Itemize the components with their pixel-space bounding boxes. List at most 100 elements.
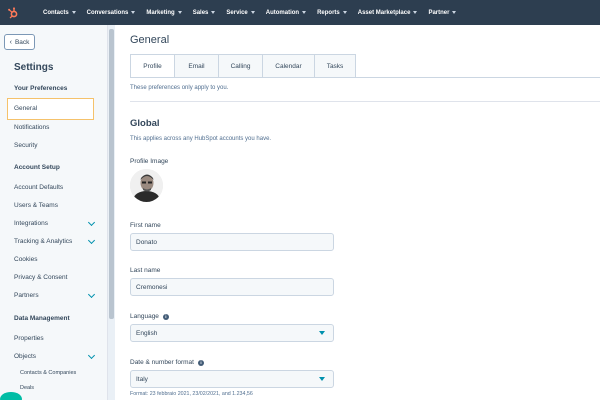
nav-reports[interactable]: Reports bbox=[317, 10, 347, 16]
nav-label: Marketing bbox=[146, 9, 175, 16]
help-widget-icon[interactable] bbox=[0, 392, 22, 400]
sidebar-item-label: Properties bbox=[14, 335, 44, 342]
nav-partner[interactable]: Partner bbox=[428, 9, 457, 16]
sidebar-title: Settings bbox=[14, 62, 54, 73]
hubspot-logo-icon[interactable] bbox=[0, 0, 25, 25]
nav-menu: Contacts Conversations Marketing Sales S… bbox=[43, 10, 467, 16]
sidebar-scrollbar[interactable] bbox=[108, 25, 115, 400]
sidebar-item-label: Security bbox=[14, 142, 38, 149]
profile-image-label: Profile Image bbox=[130, 158, 169, 165]
caret-down-icon bbox=[177, 11, 182, 14]
sidebar-item-label: Account Defaults bbox=[14, 184, 64, 191]
tab-calendar[interactable]: Calendar bbox=[263, 54, 315, 78]
sidebar-item-tracking-analytics[interactable]: Tracking & Analytics bbox=[14, 236, 96, 245]
date-format-selected-value: Italy bbox=[136, 375, 148, 383]
dropdown-caret-icon bbox=[319, 377, 325, 381]
sidebar-item-label: General bbox=[14, 105, 38, 112]
nav-label: Reports bbox=[317, 9, 340, 16]
section-divider bbox=[130, 101, 600, 102]
chevron-left-icon: ‹ bbox=[9, 38, 12, 46]
tab-underline-divider bbox=[130, 77, 600, 78]
caret-down-icon bbox=[302, 11, 307, 14]
group-account-setup: Account Setup bbox=[14, 164, 60, 171]
chevron-down-icon[interactable] bbox=[87, 236, 96, 244]
back-label: Back bbox=[14, 38, 30, 46]
sidebar-item-privacy-consent[interactable]: Privacy & Consent bbox=[14, 274, 94, 281]
sidebar-item-properties[interactable]: Properties bbox=[14, 335, 94, 342]
preferences-note: These preferences only apply to you. bbox=[130, 85, 229, 91]
sidebar-item-account-defaults[interactable]: Account Defaults bbox=[14, 184, 94, 191]
caret-down-icon bbox=[71, 11, 76, 14]
dropdown-caret-icon bbox=[319, 331, 325, 335]
nav-automation[interactable]: Automation bbox=[265, 9, 307, 16]
tab-bar: Profile Email Calling Calendar Tasks bbox=[130, 54, 356, 78]
nav-marketing[interactable]: Marketing bbox=[146, 9, 182, 16]
sidebar-item-label: Cookies bbox=[14, 256, 38, 263]
nav-label: Sales bbox=[192, 9, 209, 16]
caret-down-icon bbox=[211, 11, 216, 14]
tab-profile[interactable]: Profile bbox=[130, 54, 175, 78]
nav-asset-marketplace[interactable]: Asset Marketplace bbox=[358, 10, 418, 16]
nav-label: Asset Marketplace bbox=[357, 9, 411, 16]
group-your-preferences: Your Preferences bbox=[14, 85, 68, 92]
nav-label: Service bbox=[226, 9, 248, 16]
last-name-input[interactable]: Cremonesi bbox=[130, 278, 334, 296]
chevron-down-icon[interactable] bbox=[87, 351, 96, 359]
chevron-down-icon[interactable] bbox=[87, 218, 96, 226]
language-select[interactable]: English bbox=[130, 324, 334, 342]
nav-label: Partner bbox=[428, 9, 450, 16]
nav-conversations[interactable]: Conversations bbox=[87, 10, 136, 16]
sidebar-item-users-teams[interactable]: Users & Teams bbox=[14, 202, 94, 209]
language-label: Language i bbox=[130, 313, 169, 320]
caret-down-icon bbox=[413, 11, 418, 14]
sidebar-item-label: Objects bbox=[14, 353, 37, 360]
sidebar-item-label: Notifications bbox=[14, 124, 50, 131]
language-label-text: Language bbox=[130, 313, 159, 320]
profile-avatar[interactable] bbox=[130, 169, 163, 202]
sidebar-item-integrations[interactable]: Integrations bbox=[14, 218, 96, 227]
nav-label: Automation bbox=[265, 9, 300, 16]
first-name-input[interactable]: Donato bbox=[130, 233, 334, 251]
caret-down-icon bbox=[452, 11, 457, 14]
main-content: General Profile Email Calling Calendar T… bbox=[115, 25, 600, 400]
nav-service[interactable]: Service bbox=[226, 9, 255, 16]
section-title-global: Global bbox=[130, 118, 160, 129]
nav-sales[interactable]: Sales bbox=[193, 10, 216, 16]
sidebar-item-general[interactable]: General bbox=[14, 105, 94, 112]
date-format-label: Date & number format i bbox=[130, 359, 204, 366]
nav-label: Conversations bbox=[86, 9, 129, 16]
format-example-note: Format: 23 febbraio 2021, 23/02/2021, an… bbox=[130, 391, 253, 397]
language-selected-value: English bbox=[136, 329, 158, 337]
top-navigation-bar: Contacts Conversations Marketing Sales S… bbox=[0, 0, 600, 25]
tab-tasks[interactable]: Tasks bbox=[315, 54, 356, 78]
page-title: General bbox=[130, 34, 170, 46]
last-name-label: Last name bbox=[130, 267, 161, 274]
sidebar-item-security[interactable]: Security bbox=[14, 142, 94, 149]
sidebar-item-objects[interactable]: Objects bbox=[14, 351, 96, 360]
sidebar-item-label: Tracking & Analytics bbox=[14, 238, 73, 245]
caret-down-icon bbox=[250, 11, 255, 14]
first-name-label: First name bbox=[130, 222, 161, 229]
sidebar-subitem-deals[interactable]: Deals bbox=[20, 385, 34, 391]
sidebar-item-partners[interactable]: Partners bbox=[14, 290, 96, 299]
sidebar-item-label: Users & Teams bbox=[14, 202, 58, 209]
back-button[interactable]: ‹ Back bbox=[4, 34, 35, 50]
date-format-select[interactable]: Italy bbox=[130, 370, 334, 388]
sidebar-item-notifications[interactable]: Notifications bbox=[14, 124, 94, 131]
nav-contacts[interactable]: Contacts bbox=[43, 10, 76, 16]
section-subtitle: This applies across any HubSpot accounts… bbox=[130, 136, 272, 142]
scrollbar-thumb[interactable] bbox=[109, 29, 114, 319]
info-icon[interactable]: i bbox=[197, 359, 204, 366]
sidebar-item-label: Integrations bbox=[14, 220, 48, 227]
group-data-management: Data Management bbox=[14, 315, 70, 322]
caret-down-icon bbox=[342, 11, 347, 14]
chevron-down-icon[interactable] bbox=[87, 290, 96, 298]
sidebar-subitem-contacts-companies[interactable]: Contacts & Companies bbox=[20, 370, 76, 376]
info-icon[interactable]: i bbox=[162, 313, 169, 320]
sidebar-item-label: Privacy & Consent bbox=[14, 274, 68, 281]
tab-calling[interactable]: Calling bbox=[219, 54, 263, 78]
date-format-label-text: Date & number format bbox=[130, 359, 194, 366]
sidebar-item-cookies[interactable]: Cookies bbox=[14, 256, 94, 263]
sidebar-item-label: Partners bbox=[14, 292, 39, 299]
tab-email[interactable]: Email bbox=[175, 54, 219, 78]
